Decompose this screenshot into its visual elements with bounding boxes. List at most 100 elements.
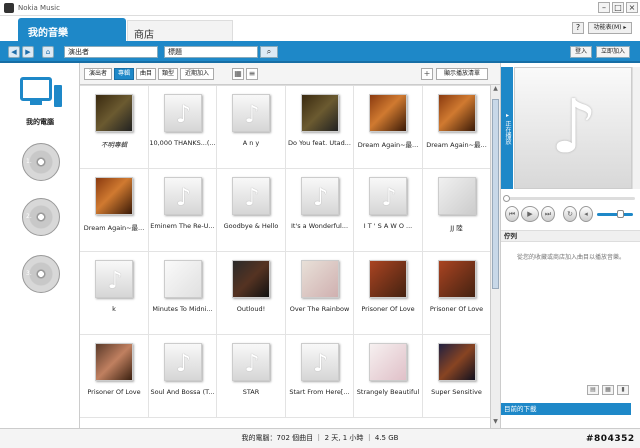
- library-content: 演出者 專輯 曲目 類型 近期加入 ▦ ≡ + 顯示播放清單 不明專輯 ♪ 10,0…: [80, 63, 500, 428]
- device-sidebar: 我的電腦 1. 2. 3.: [0, 63, 80, 428]
- generic-album-icon: ♪: [300, 343, 339, 381]
- queue-header: 佇列: [501, 230, 640, 242]
- album-cell[interactable]: Dream Again~最...: [422, 86, 490, 169]
- scroll-thumb[interactable]: [492, 99, 499, 289]
- album-cover: [95, 94, 133, 132]
- album-cell[interactable]: Prisoner Of Love: [80, 335, 149, 418]
- album-cell[interactable]: ♪ Soul And Bossa (T...: [148, 335, 217, 418]
- tab-albums[interactable]: 專輯: [114, 68, 134, 80]
- disc-icon[interactable]: 3.: [22, 255, 60, 293]
- generic-album-icon: ♪: [232, 343, 270, 381]
- album-cell[interactable]: ♪ A n y: [217, 86, 286, 169]
- back-icon[interactable]: ◀: [8, 46, 20, 58]
- album-cell[interactable]: Minutes To Midni...: [148, 252, 217, 335]
- art-scrollbar[interactable]: [632, 67, 640, 189]
- album-cover: [437, 177, 476, 215]
- trash-icon[interactable]: ▮: [617, 385, 629, 395]
- home-icon[interactable]: ⌂: [42, 46, 54, 58]
- play-icon[interactable]: ▶: [521, 206, 539, 222]
- album-title: Prisoner Of Love: [87, 388, 141, 396]
- album-cover: [300, 260, 339, 298]
- tab-artists[interactable]: 演出者: [84, 68, 112, 80]
- app-icon: [4, 2, 14, 13]
- album-title: k: [112, 305, 116, 313]
- album-cover: [232, 260, 270, 298]
- album-cell[interactable]: Over The Rainbow: [285, 252, 354, 335]
- tab-tracks[interactable]: 曲目: [136, 68, 156, 80]
- previous-icon[interactable]: ⏮: [505, 206, 519, 222]
- album-cell[interactable]: ♪ Start From Here[...: [285, 335, 354, 418]
- album-cell[interactable]: Strangely Beautiful: [354, 335, 423, 418]
- album-title: I T ' S A W O ...: [363, 222, 413, 230]
- album-title: 不明專輯: [101, 141, 127, 149]
- album-cover: [437, 343, 476, 381]
- seek-bar[interactable]: [503, 195, 635, 202]
- tab-store[interactable]: 商店: [127, 20, 233, 41]
- album-cell[interactable]: ♪ It's a Wonderful...: [285, 169, 354, 252]
- scroll-up-icon[interactable]: ▲: [491, 85, 500, 94]
- album-cell[interactable]: ♪ Eminem The Re-U...: [148, 169, 217, 252]
- list-view-icon[interactable]: ≡: [246, 68, 258, 80]
- current-downloads-bar[interactable]: 目前的下載: [501, 403, 631, 415]
- album-title: Over The Rainbow: [289, 305, 350, 313]
- generic-album-icon: ♪: [300, 177, 339, 215]
- repeat-icon[interactable]: ↻: [563, 206, 577, 222]
- login-button[interactable]: 登入: [570, 46, 592, 58]
- volume-slider[interactable]: [597, 210, 633, 218]
- album-cell[interactable]: Dream Again~最...: [354, 86, 423, 169]
- volume-icon[interactable]: ◂: [579, 206, 593, 222]
- album-cell[interactable]: ♪ I T ' S A W O ...: [354, 169, 423, 252]
- album-title: Start From Here[...: [289, 388, 350, 396]
- save-queue-icon[interactable]: ▤: [587, 385, 599, 395]
- seek-handle[interactable]: [503, 195, 510, 202]
- computer-icon[interactable]: [18, 77, 62, 111]
- minimize-button[interactable]: –: [598, 2, 610, 13]
- album-cell[interactable]: Do You feat. Utad...: [285, 86, 354, 169]
- album-cell[interactable]: ♪ 10,000 THANKS...(...: [148, 86, 217, 169]
- album-cell[interactable]: 不明專輯: [80, 86, 149, 169]
- help-button[interactable]: ?: [572, 22, 584, 34]
- vertical-scrollbar[interactable]: ▲ ▼: [490, 85, 500, 428]
- window-title: Nokia Music: [18, 3, 60, 12]
- album-cell[interactable]: Outloud!: [217, 252, 286, 335]
- album-cell[interactable]: ♪ STAR: [217, 335, 286, 418]
- artist-field[interactable]: 演出者: [64, 46, 158, 58]
- menu-button[interactable]: 功能表(M) ▸: [588, 22, 632, 34]
- generic-album-icon: ♪: [369, 177, 407, 215]
- close-button[interactable]: ×: [626, 2, 638, 13]
- tab-genres[interactable]: 類型: [158, 68, 178, 80]
- disc-icon[interactable]: 2.: [22, 198, 60, 236]
- scroll-down-icon[interactable]: ▼: [491, 418, 500, 427]
- album-title: 10,000 THANKS...(...: [149, 139, 216, 147]
- album-cell[interactable]: Prisoner Of Love: [422, 252, 490, 335]
- generic-album-icon: ♪: [163, 94, 202, 132]
- music-note-icon: ♪: [175, 100, 192, 128]
- forward-icon[interactable]: ▶: [22, 46, 34, 58]
- tab-recently-added[interactable]: 近期加入: [180, 68, 214, 80]
- album-cell[interactable]: Dream Again~最...: [80, 169, 149, 252]
- disc-icon[interactable]: 1.: [22, 143, 60, 181]
- toolbar: ◀ ▶ ⌂ 演出者 標題 ⌕ 登入 立即加入: [0, 41, 640, 63]
- album-title: Do You feat. Utad...: [288, 139, 351, 147]
- album-title: Prisoner Of Love: [429, 305, 484, 313]
- album-cell[interactable]: Prisoner Of Love: [354, 252, 423, 335]
- tab-my-music[interactable]: 我的音樂: [18, 18, 126, 41]
- volume-handle[interactable]: [617, 210, 624, 218]
- album-cell[interactable]: JJ 陸: [422, 169, 490, 252]
- album-cell[interactable]: ♪ Goodbye & Hello: [217, 169, 286, 252]
- search-icon[interactable]: ⌕: [260, 46, 278, 58]
- title-field[interactable]: 標題: [164, 46, 258, 58]
- music-note-icon: ♪: [175, 183, 192, 211]
- next-icon[interactable]: ⏭: [541, 206, 555, 222]
- generic-album-icon: ♪: [163, 343, 202, 381]
- show-playlist-button[interactable]: 顯示播放清單: [436, 68, 488, 80]
- album-title: Minutes To Midni...: [152, 305, 213, 313]
- maximize-button[interactable]: □: [612, 2, 624, 13]
- now-playing-tab[interactable]: ▸ 正在播放: [501, 67, 513, 189]
- signup-button[interactable]: 立即加入: [596, 46, 630, 58]
- queue-list-icon[interactable]: ▦: [602, 385, 614, 395]
- album-cell[interactable]: ♪ k: [80, 252, 149, 335]
- add-icon[interactable]: +: [421, 68, 433, 80]
- album-cell[interactable]: Super Sensitive: [422, 335, 490, 418]
- grid-view-icon[interactable]: ▦: [232, 68, 244, 80]
